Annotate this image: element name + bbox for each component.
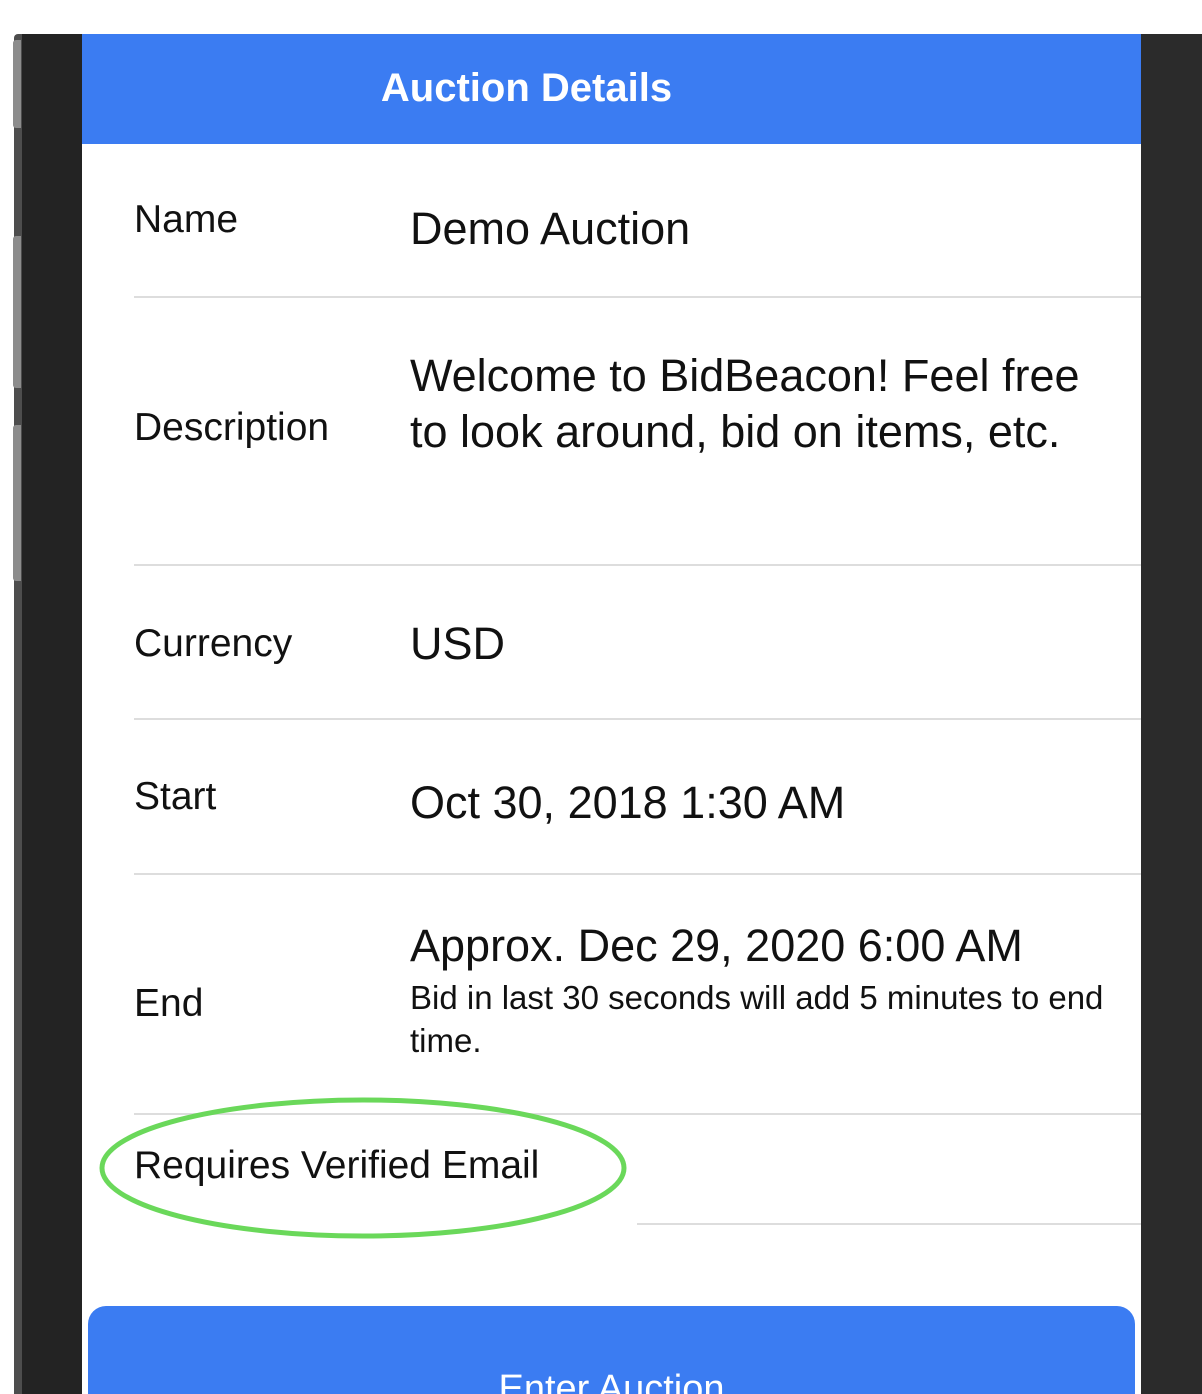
detail-row-currency: Currency USD <box>134 566 1141 720</box>
enter-auction-button[interactable]: Enter Auction <box>88 1306 1135 1394</box>
detail-row-name: Name Demo Auction <box>134 145 1141 298</box>
detail-row-start: Start Oct 30, 2018 1:30 AM <box>134 720 1141 875</box>
divider <box>637 1223 1141 1225</box>
end-label: End <box>134 982 204 1025</box>
verified-email-label: Requires Verified Email <box>134 1144 540 1187</box>
description-value: Welcome to BidBeacon! Feel free to look … <box>410 350 1080 457</box>
name-label: Name <box>134 198 239 241</box>
currency-value: USD <box>410 618 506 669</box>
name-value: Demo Auction <box>410 203 691 254</box>
start-value: Oct 30, 2018 1:30 AM <box>410 777 846 828</box>
end-time-note: Bid in last 30 seconds will add 5 minute… <box>410 979 1104 1059</box>
phone-side-button <box>13 236 21 388</box>
end-value: Approx. Dec 29, 2020 6:00 AM <box>410 920 1023 971</box>
end-value-group: Approx. Dec 29, 2020 6:00 AM Bid in last… <box>410 918 1111 1062</box>
detail-row-description: Description Welcome to BidBeacon! Feel f… <box>134 298 1141 566</box>
detail-row-end: End Approx. Dec 29, 2020 6:00 AM Bid in … <box>134 875 1141 1115</box>
phone-side-button <box>13 40 21 128</box>
phone-side-button <box>13 425 21 581</box>
start-label: Start <box>134 775 217 818</box>
description-label: Description <box>134 406 330 449</box>
nav-title: Auction Details <box>82 34 1141 144</box>
currency-label: Currency <box>134 622 293 665</box>
app-screen: Auction Details Name Demo Auction Descri… <box>82 34 1141 1394</box>
phone-frame-edge <box>1141 34 1202 1394</box>
